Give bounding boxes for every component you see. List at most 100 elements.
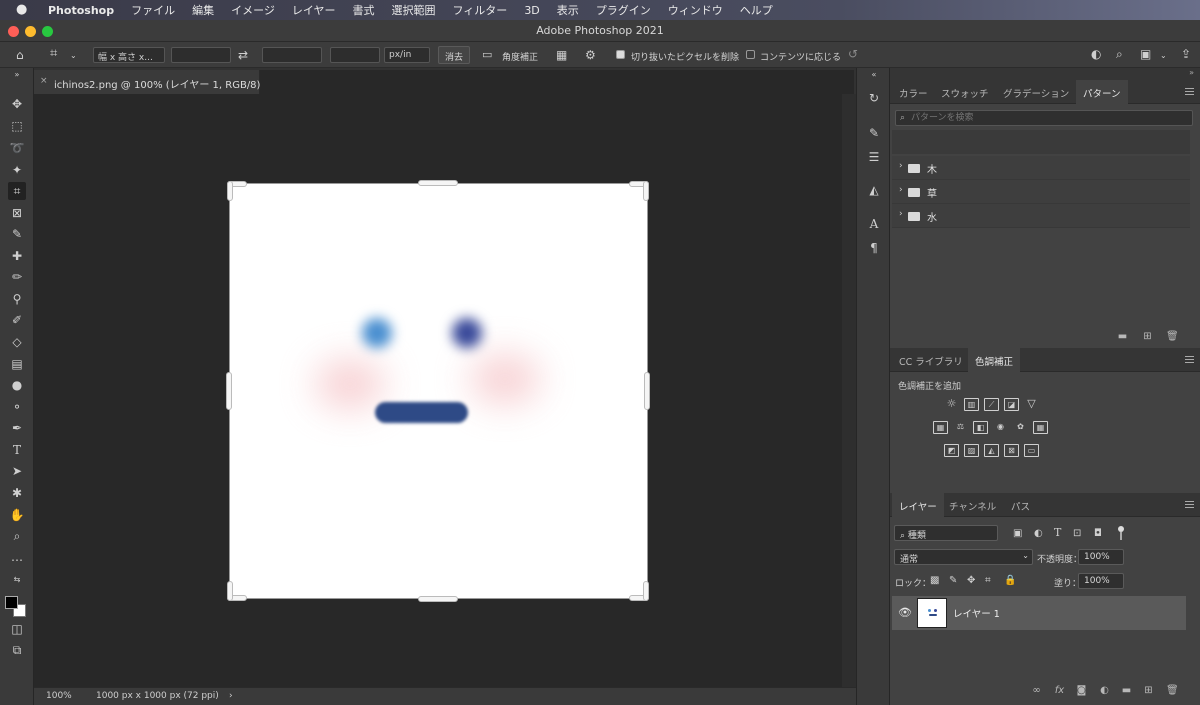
pen-tool-icon[interactable]: ✒ bbox=[8, 419, 26, 437]
properties-panel-icon[interactable]: ☰ bbox=[866, 149, 882, 165]
chevron-right-icon[interactable]: › bbox=[899, 209, 903, 219]
menu-file[interactable]: ファイル bbox=[131, 2, 175, 18]
workspace-icon[interactable]: ▣ bbox=[1140, 48, 1151, 60]
menu-app-name[interactable]: Photoshop bbox=[48, 4, 114, 17]
clone-stamp-tool-icon[interactable]: ⚲ bbox=[8, 290, 26, 308]
share-icon[interactable]: ⇪ bbox=[1181, 48, 1191, 60]
custom-shape-tool-icon[interactable]: ✱ bbox=[8, 484, 26, 502]
new-pattern-icon[interactable]: ⊞ bbox=[1142, 332, 1153, 342]
workspace-chevron-icon[interactable]: ⌄ bbox=[1160, 50, 1167, 62]
default-colors-icon[interactable]: ⇆ bbox=[8, 571, 26, 589]
crop-handle-top-left-v[interactable] bbox=[227, 181, 233, 201]
menu-plugins[interactable]: プラグイン bbox=[596, 2, 651, 18]
pattern-group-row[interactable]: › 木 bbox=[892, 156, 1190, 180]
zoom-tool-icon[interactable]: ⌕ bbox=[8, 527, 26, 545]
chevron-right-icon[interactable]: › bbox=[899, 161, 903, 171]
lock-transparent-icon[interactable]: ▩ bbox=[930, 575, 939, 587]
foreground-color-swatch[interactable] bbox=[5, 596, 18, 609]
screen-mode-icon[interactable]: ⧉ bbox=[8, 641, 26, 659]
crop-handle-right[interactable] bbox=[644, 372, 650, 410]
tab-gradients[interactable]: グラデーション bbox=[996, 80, 1076, 104]
filter-adjustment-icon[interactable]: ◐ bbox=[1034, 528, 1043, 540]
menu-view[interactable]: 表示 bbox=[557, 2, 579, 18]
eyedropper-tool-icon[interactable]: ✎ bbox=[8, 225, 26, 243]
crop-tool-icon[interactable]: ⌗ bbox=[8, 182, 26, 200]
layer-row[interactable]: 👁 レイヤー 1 bbox=[892, 596, 1186, 630]
brightness-contrast-icon[interactable]: ☼ bbox=[944, 398, 959, 411]
new-group-icon[interactable]: ▬ bbox=[1117, 332, 1128, 342]
exposure-icon[interactable]: ◪ bbox=[1004, 398, 1019, 411]
shapes-panel-icon[interactable]: ◭ bbox=[866, 182, 882, 198]
brush-tool-icon[interactable]: ✏ bbox=[8, 268, 26, 286]
curves-icon[interactable]: ⟋ bbox=[984, 398, 999, 411]
add-mask-icon[interactable]: ◙ bbox=[1076, 686, 1087, 696]
blur-tool-icon[interactable]: ● bbox=[8, 376, 26, 394]
content-aware-checkbox[interactable] bbox=[746, 50, 755, 59]
crop-handle-bottom-left-v[interactable] bbox=[227, 581, 233, 601]
tab-channels[interactable]: チャンネル bbox=[942, 493, 1003, 517]
tab-swatches[interactable]: スウォッチ bbox=[934, 80, 996, 104]
swap-dimensions-icon[interactable]: ⇄ bbox=[238, 49, 248, 61]
type-tool-icon[interactable]: T bbox=[8, 441, 26, 459]
patterns-panel-menu-icon[interactable] bbox=[1185, 88, 1194, 95]
black-white-icon[interactable]: ◧ bbox=[973, 421, 988, 434]
document-info-arrow[interactable]: › bbox=[229, 691, 233, 701]
pattern-group-row[interactable]: › 水 bbox=[892, 204, 1190, 228]
straighten-icon[interactable]: ▭ bbox=[482, 49, 492, 61]
canvas-scrollbar[interactable] bbox=[842, 94, 856, 687]
threshold-icon[interactable]: ◭ bbox=[984, 444, 999, 457]
layer-name[interactable]: レイヤー 1 bbox=[953, 606, 1000, 620]
path-selection-tool-icon[interactable]: ➤ bbox=[8, 462, 26, 480]
fx-icon[interactable]: fx bbox=[1054, 686, 1065, 696]
reset-icon[interactable]: ↺ bbox=[848, 48, 858, 60]
crop-handle-left[interactable] bbox=[226, 372, 232, 410]
character-panel-icon[interactable]: A bbox=[866, 216, 882, 232]
quick-mask-icon[interactable]: ◫ bbox=[8, 620, 26, 638]
apple-icon[interactable]: ● bbox=[16, 3, 30, 17]
levels-icon[interactable]: ▥ bbox=[964, 398, 979, 411]
adjustments-panel-menu-icon[interactable] bbox=[1185, 356, 1194, 363]
zoom-level[interactable]: 100% bbox=[46, 691, 72, 701]
eraser-tool-icon[interactable]: ◇ bbox=[8, 333, 26, 351]
eye-icon[interactable]: 👁 bbox=[898, 606, 912, 619]
selective-color-icon[interactable]: ⊠ bbox=[1004, 444, 1019, 457]
lasso-tool-icon[interactable]: ➰ bbox=[8, 139, 26, 157]
pattern-search-input[interactable] bbox=[911, 111, 1189, 125]
straighten-label[interactable]: 角度補正 bbox=[502, 50, 538, 63]
close-tab-icon[interactable]: × bbox=[40, 76, 48, 86]
menu-edit[interactable]: 編集 bbox=[192, 2, 214, 18]
home-icon[interactable]: ⌂ bbox=[16, 49, 24, 61]
collapse-dock-icon[interactable]: » bbox=[1189, 68, 1194, 77]
crop-handle-top[interactable] bbox=[418, 180, 458, 186]
layer-filter-kind-select[interactable]: ⌕ 種類 bbox=[894, 525, 998, 541]
hand-tool-icon[interactable]: ✋ bbox=[8, 506, 26, 524]
chevron-right-icon[interactable]: › bbox=[899, 185, 903, 195]
menu-layer[interactable]: レイヤー bbox=[292, 2, 336, 18]
tab-adjustments[interactable]: 色調補正 bbox=[968, 348, 1021, 372]
resolution-unit-select[interactable]: px/in bbox=[384, 47, 430, 63]
menu-select[interactable]: 選択範囲 bbox=[392, 2, 436, 18]
crop-handle-top-right-v[interactable] bbox=[643, 181, 649, 201]
crop-frame[interactable] bbox=[229, 183, 648, 599]
color-balance-icon[interactable]: ⚖ bbox=[953, 421, 968, 434]
resolution-input[interactable] bbox=[330, 47, 380, 63]
share-user-icon[interactable]: ◐ bbox=[1091, 48, 1101, 60]
lock-artboard-icon[interactable]: ⌗ bbox=[985, 575, 991, 587]
history-brush-tool-icon[interactable]: ✐ bbox=[8, 311, 26, 329]
lock-pixels-icon[interactable]: ✎ bbox=[949, 575, 957, 587]
clear-button[interactable]: 消去 bbox=[438, 46, 471, 64]
overlay-grid-icon[interactable]: ▦ bbox=[556, 49, 567, 61]
crop-height-input[interactable] bbox=[262, 47, 322, 63]
menu-window[interactable]: ウィンドウ bbox=[668, 2, 723, 18]
blend-mode-select[interactable]: 通常 ⌄ bbox=[894, 549, 1033, 565]
delete-cropped-checkbox[interactable] bbox=[616, 50, 625, 59]
hue-saturation-icon[interactable]: ▦ bbox=[933, 421, 948, 434]
collapse-panels-icon[interactable]: « bbox=[866, 70, 882, 80]
gear-icon[interactable]: ⚙ bbox=[585, 49, 596, 61]
crop-tool-preset-icon[interactable]: ⌗ bbox=[50, 47, 57, 60]
menu-type[interactable]: 書式 bbox=[353, 2, 375, 18]
search-icon[interactable]: ⌕ bbox=[1116, 48, 1123, 60]
trash-icon[interactable]: 🗑 bbox=[1166, 332, 1179, 342]
menu-filter[interactable]: フィルター bbox=[453, 2, 508, 18]
opacity-input[interactable]: 100% bbox=[1078, 549, 1124, 565]
